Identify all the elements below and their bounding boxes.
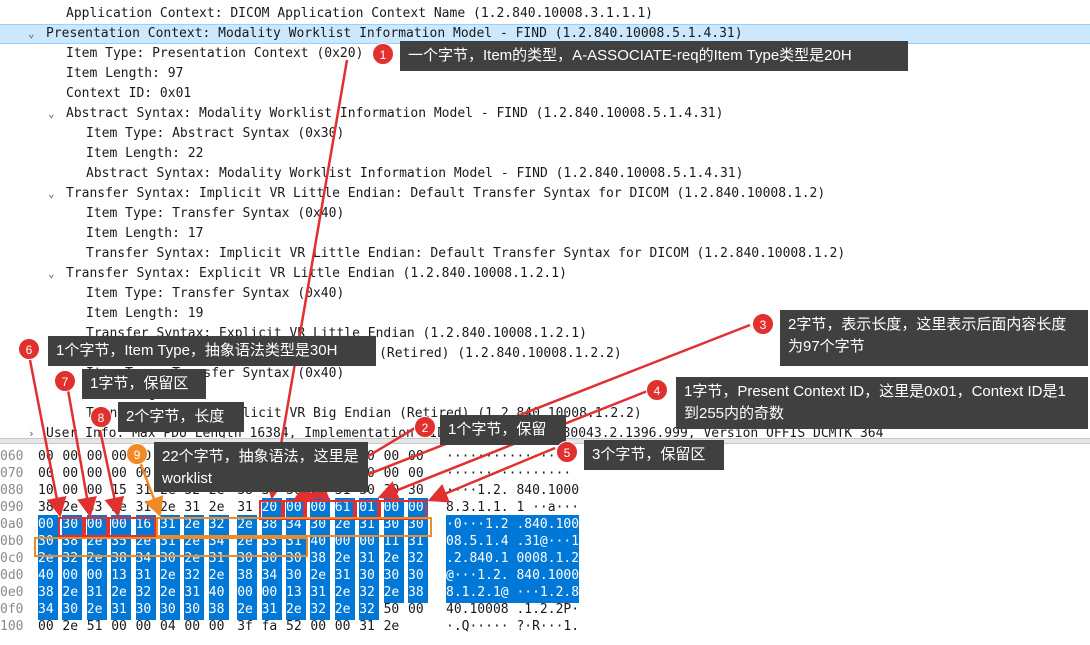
annotation-4-text: 1字节，Present Context ID，这里是0x01，Context I…	[684, 383, 1066, 422]
badge-4: 4	[646, 379, 668, 401]
annotation-1-text: 一个字节，Item的类型，A-ASSOCIATE-req的Item Type类型…	[408, 47, 852, 64]
box-abstract-length-0016	[108, 517, 156, 537]
box-abstract-reserved-00	[84, 517, 108, 537]
annotation-7-text: 1字节，保留区	[90, 375, 189, 392]
annotation-7: 1字节，保留区	[82, 369, 206, 399]
badge-1: 1	[372, 43, 394, 65]
annotation-8: 2个字节，长度	[118, 402, 244, 432]
annotation-5: 3个字节，保留区	[584, 440, 724, 470]
annotation-3-text: 2字节，表示长度，这里表示后面内容长度为97个字节	[788, 316, 1067, 355]
badge-6: 6	[18, 338, 40, 360]
badge-2: 2	[414, 416, 436, 438]
annotation-8-text: 2个字节，长度	[126, 408, 225, 425]
annotation-1: 一个字节，Item的类型，A-ASSOCIATE-req的Item Type类型…	[400, 41, 908, 71]
annotation-3: 2字节，表示长度，这里表示后面内容长度为97个字节	[780, 310, 1088, 366]
badge-7: 7	[54, 370, 76, 392]
arrow-7	[66, 389, 97, 518]
box-abstract-syntax-22bytes-b	[34, 537, 308, 557]
annotation-9: 22个字节，抽象语法，这里是worklist	[154, 442, 368, 492]
annotation-2: 1个字节，保留	[440, 415, 566, 445]
annotation-6: 1个字节，Item Type，抽象语法类型是30H	[48, 336, 376, 366]
badge-8: 8	[90, 406, 112, 428]
annotation-6-text: 1个字节，Item Type，抽象语法类型是30H	[56, 342, 338, 359]
badge-5: 5	[556, 441, 578, 463]
arrow-8	[98, 429, 125, 518]
badge-3: 3	[752, 313, 774, 335]
annotation-4: 1字节，Present Context ID，这里是0x01，Context I…	[676, 377, 1088, 429]
box-abstract-item-type-30	[58, 517, 84, 537]
annotation-9-text: 22个字节，抽象语法，这里是worklist	[162, 448, 359, 487]
badge-9: 9	[126, 443, 148, 465]
box-abstract-syntax-22bytes-a	[156, 517, 432, 537]
arrow-5	[427, 446, 556, 503]
annotation-2-text: 1个字节，保留	[448, 421, 547, 438]
annotation-5-text: 3个字节，保留区	[592, 446, 706, 463]
arrow-1	[265, 59, 349, 500]
